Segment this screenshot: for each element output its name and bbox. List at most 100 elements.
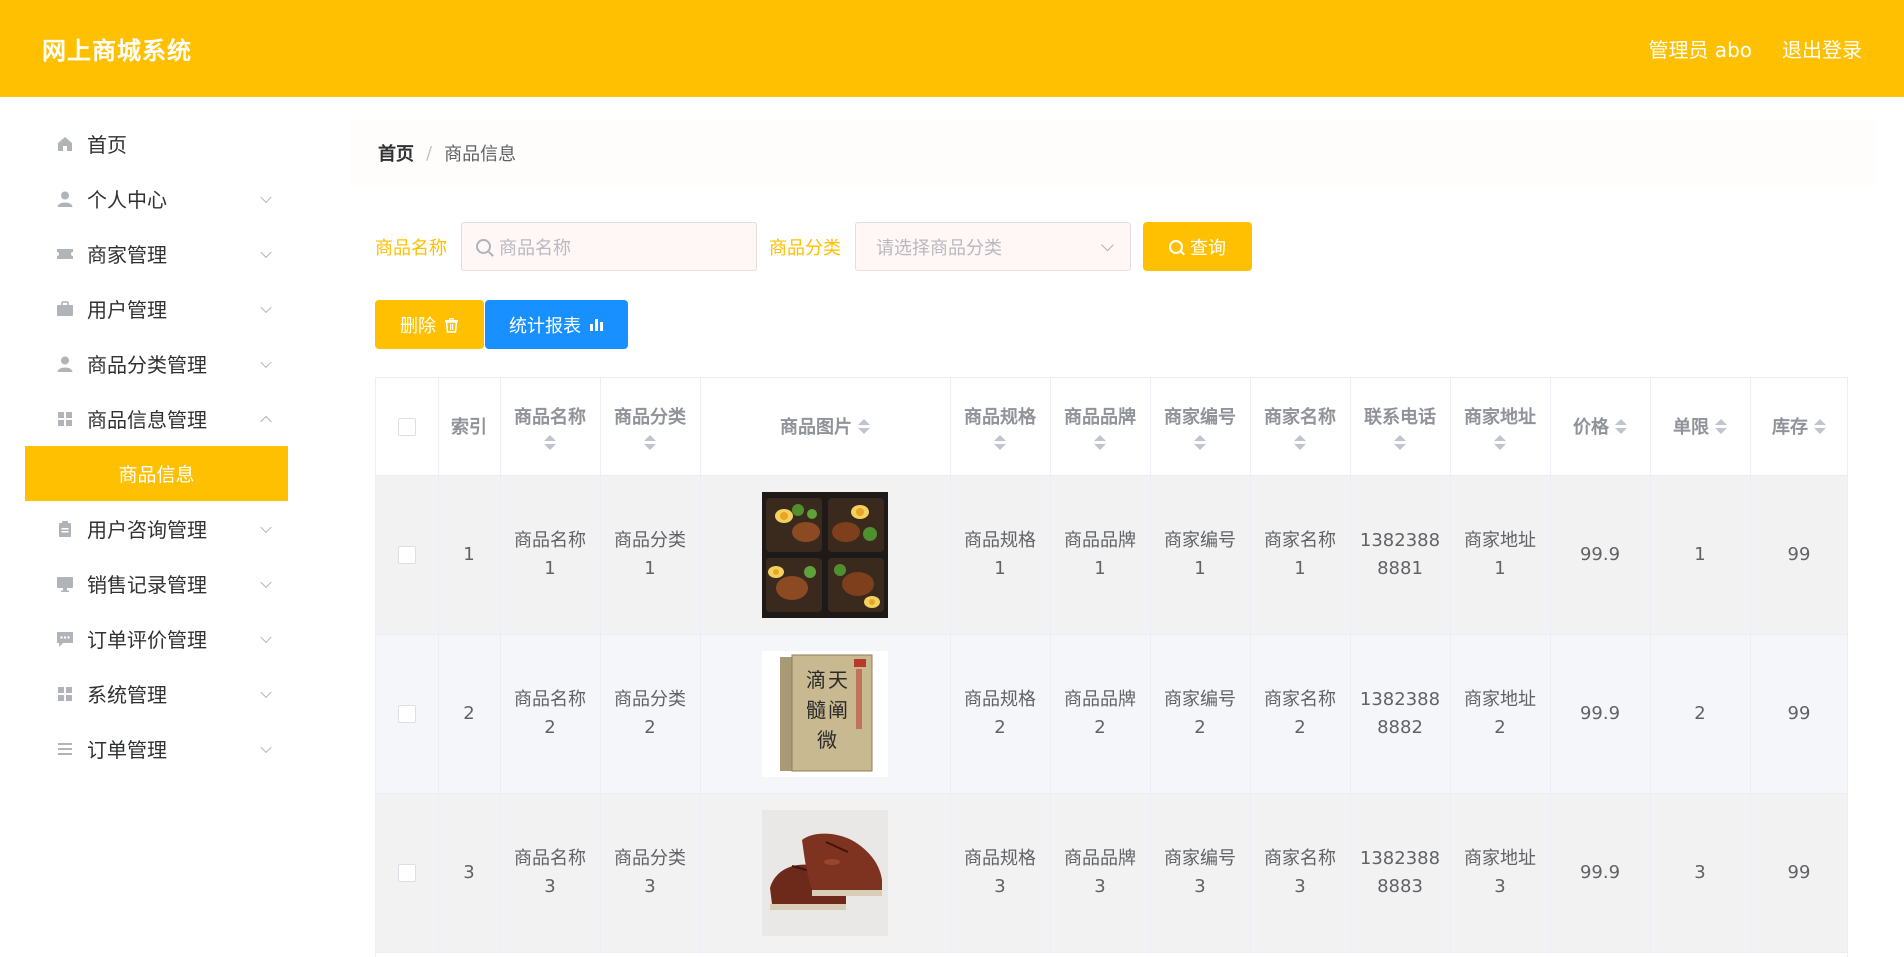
cell-stock: 99 xyxy=(1750,634,1847,794)
column-header-spec[interactable]: 商品规格 xyxy=(950,378,1051,476)
sort-icon[interactable] xyxy=(1294,434,1306,450)
action-bar: 删除 统计报表 xyxy=(375,300,628,349)
sort-icon[interactable] xyxy=(1814,418,1826,434)
table-row[interactable]: 2 商品名称2 商品分类2 滴 天 髓 阐 微 商品规格2 商品品牌2 商家编号… xyxy=(376,634,1847,794)
cell-price: 99.9 xyxy=(1550,475,1651,635)
column-header-stock[interactable]: 库存 xyxy=(1750,378,1847,476)
column-header-price[interactable]: 价格 xyxy=(1550,378,1651,476)
sidebar-item-category[interactable]: 商品分类管理 xyxy=(25,336,288,391)
column-header-phone[interactable]: 联系电话 xyxy=(1350,378,1451,476)
column-header-label: 商品品牌 xyxy=(1064,406,1136,428)
sidebar-item-orders[interactable]: 订单管理 xyxy=(25,721,288,776)
sidebar-subitem-goods-info[interactable]: 商品信息 xyxy=(25,446,288,501)
row-checkbox[interactable] xyxy=(397,545,416,564)
sort-icon[interactable] xyxy=(1494,434,1506,450)
chevron-up-icon xyxy=(260,415,272,427)
sort-icon[interactable] xyxy=(1715,418,1727,434)
query-button-label: 查询 xyxy=(1190,237,1226,259)
breadcrumb-home[interactable]: 首页 xyxy=(378,140,414,166)
cell-name: 商品名称3 xyxy=(500,793,601,953)
column-header-category[interactable]: 商品分类 xyxy=(600,378,701,476)
sidebar-item-users[interactable]: 用户管理 xyxy=(25,281,288,336)
sort-icon[interactable] xyxy=(544,434,556,450)
cell-stock: 99 xyxy=(1750,475,1847,635)
sort-icon[interactable] xyxy=(644,434,656,450)
stats-report-button[interactable]: 统计报表 xyxy=(485,300,628,349)
table-row[interactable]: 1 商品名称1 商品分类1 商品规格1 商品品牌1 商家编号1 商家名称1 13… xyxy=(376,475,1847,635)
cell-limit: 1 xyxy=(1650,475,1751,635)
food-image[interactable] xyxy=(762,491,888,618)
book-image[interactable]: 滴 天 髓 阐 微 xyxy=(762,650,888,777)
clipboard-icon xyxy=(55,519,75,539)
column-header-merchant-name[interactable]: 商家名称 xyxy=(1250,378,1351,476)
cell-phone: 13823888883 xyxy=(1350,793,1451,953)
trash-icon xyxy=(445,317,458,333)
cell-limit: 2 xyxy=(1650,634,1751,794)
table-row[interactable]: 3 商品名称3 商品分类3 商品规格3 商品品牌3 商家编号3 商家名称3 13… xyxy=(376,793,1847,953)
sidebar-item-home[interactable]: 首页 xyxy=(25,116,288,171)
cell-limit: 3 xyxy=(1650,793,1751,953)
sort-icon[interactable] xyxy=(1615,418,1627,434)
logout-button[interactable]: 退出登录 xyxy=(1782,34,1862,63)
column-header-brand[interactable]: 商品品牌 xyxy=(1050,378,1151,476)
svg-text:阐: 阐 xyxy=(828,698,848,722)
query-button[interactable]: 查询 xyxy=(1143,222,1252,271)
sort-icon[interactable] xyxy=(858,418,870,434)
sidebar-item-label: 个人中心 xyxy=(87,188,167,212)
column-header-name[interactable]: 商品名称 xyxy=(500,378,601,476)
chevron-down-icon xyxy=(260,191,272,203)
column-header-label: 商品规格 xyxy=(964,406,1036,428)
cell-merchant-no: 商家编号3 xyxy=(1150,793,1251,953)
column-header-label: 商品分类 xyxy=(614,406,686,428)
shoes-image[interactable] xyxy=(762,809,888,936)
delete-button[interactable]: 删除 xyxy=(375,300,484,349)
sidebar-item-label: 商品信息管理 xyxy=(87,408,207,432)
sidebar-item-personal-center[interactable]: 个人中心 xyxy=(25,171,288,226)
cell-address: 商家地址3 xyxy=(1450,793,1551,953)
sidebar-item-review[interactable]: 订单评价管理 xyxy=(25,611,288,666)
svg-text:髓: 髓 xyxy=(806,698,826,722)
main-content: 首页 / 商品信息 商品名称 商品名称 商品分类 请选择商品分类 查询 删除 统… xyxy=(350,120,1876,957)
select-all-cell xyxy=(376,378,439,476)
column-header-label: 商品图片 xyxy=(780,417,852,439)
cell-spec: 商品规格2 xyxy=(950,634,1051,794)
search-bar: 商品名称 商品名称 商品分类 请选择商品分类 查询 xyxy=(375,222,1252,271)
category-select[interactable]: 请选择商品分类 xyxy=(855,222,1131,271)
row-select-cell xyxy=(376,634,439,794)
sidebar-item-goods-info[interactable]: 商品信息管理 xyxy=(25,391,288,446)
column-header-limit[interactable]: 单限 xyxy=(1650,378,1751,476)
sidebar-item-sales[interactable]: 销售记录管理 xyxy=(25,556,288,611)
column-header-label: 商家编号 xyxy=(1164,406,1236,428)
column-header-image[interactable]: 商品图片 xyxy=(700,378,951,476)
sort-icon[interactable] xyxy=(1194,434,1206,450)
sidebar-item-label: 用户管理 xyxy=(87,298,167,322)
chevron-down-icon xyxy=(260,741,272,753)
cell-index: 2 xyxy=(438,634,501,794)
sort-icon[interactable] xyxy=(994,434,1006,450)
sort-icon[interactable] xyxy=(1094,434,1106,450)
sidebar-item-label: 首页 xyxy=(87,133,127,157)
cell-name: 商品名称2 xyxy=(500,634,601,794)
cell-price: 99.9 xyxy=(1550,634,1651,794)
sidebar: 首页 个人中心 商家管理 用户管理 商品分类管理 商品信息管理 商品信息 用户咨… xyxy=(25,116,288,776)
cell-index: 3 xyxy=(438,793,501,953)
sidebar-item-label: 订单管理 xyxy=(87,738,167,762)
chevron-down-icon xyxy=(1101,238,1114,251)
row-checkbox[interactable] xyxy=(397,863,416,882)
select-all-checkbox[interactable] xyxy=(397,417,416,436)
cell-spec: 商品规格1 xyxy=(950,475,1051,635)
sidebar-item-merchant[interactable]: 商家管理 xyxy=(25,226,288,281)
column-header-address[interactable]: 商家地址 xyxy=(1450,378,1551,476)
sidebar-item-consult[interactable]: 用户咨询管理 xyxy=(25,501,288,556)
search-name-input[interactable]: 商品名称 xyxy=(461,222,757,271)
row-checkbox[interactable] xyxy=(397,704,416,723)
cell-image: 滴 天 髓 阐 微 xyxy=(700,634,951,794)
chevron-down-icon xyxy=(260,576,272,588)
sidebar-item-label: 订单评价管理 xyxy=(87,628,207,652)
list-icon xyxy=(55,739,75,759)
sort-icon[interactable] xyxy=(1394,434,1406,450)
column-header-merchant-no[interactable]: 商家编号 xyxy=(1150,378,1251,476)
cell-brand: 商品品牌1 xyxy=(1050,475,1151,635)
sidebar-item-system[interactable]: 系统管理 xyxy=(25,666,288,721)
home-icon xyxy=(55,134,75,154)
